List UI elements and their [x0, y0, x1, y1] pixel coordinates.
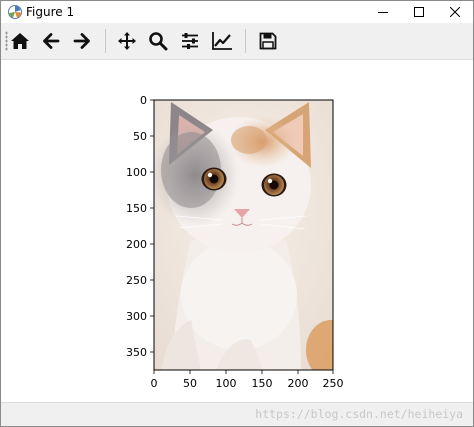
axes-edit-button[interactable]	[209, 28, 235, 54]
x-tick-label: 200	[288, 377, 309, 390]
axes-line-chart-icon	[212, 32, 232, 50]
home-button[interactable]	[7, 28, 33, 54]
subplots-button[interactable]	[177, 28, 203, 54]
save-disk-icon	[259, 32, 277, 50]
title-bar: Figure 1	[1, 1, 473, 23]
y-tick-label: 350	[126, 346, 147, 359]
forward-arrow-icon	[73, 33, 90, 49]
maximize-button[interactable]	[401, 1, 437, 23]
figure-canvas[interactable]: 0 50 100 150 200 250 300 350 0 50 100 15…	[1, 60, 473, 402]
y-tick-label: 200	[126, 238, 147, 251]
y-tick-label: 0	[140, 94, 147, 107]
watermark-text: https://blog.csdn.net/heiheiya	[255, 407, 463, 421]
maximize-icon	[414, 7, 424, 17]
y-tick-label: 250	[126, 274, 147, 287]
window-title: Figure 1	[26, 5, 75, 19]
x-tick-label: 100	[216, 377, 237, 390]
y-tick-label: 100	[126, 166, 147, 179]
save-button[interactable]	[255, 28, 281, 54]
x-tick-label: 250	[323, 377, 344, 390]
minimize-button[interactable]	[365, 1, 401, 23]
home-icon	[11, 33, 29, 49]
pan-move-icon	[118, 32, 136, 50]
x-axis: 0 50 100 150 200 250	[151, 370, 344, 390]
close-icon	[450, 7, 460, 17]
plot-svg: 0 50 100 150 200 250 300 350 0 50 100 15…	[126, 94, 344, 390]
x-tick-label: 50	[183, 377, 197, 390]
y-axis: 0 50 100 150 200 250 300 350	[126, 94, 154, 359]
minimize-icon	[378, 12, 388, 13]
app-icon	[8, 5, 22, 19]
x-tick-label: 150	[252, 377, 273, 390]
y-tick-label: 150	[126, 202, 147, 215]
toolbar-separator	[245, 29, 246, 53]
back-button[interactable]	[38, 28, 64, 54]
y-tick-label: 50	[133, 130, 147, 143]
figure-window: Figure 1 0 50 100 150 200 250 300 350 0 …	[0, 0, 474, 427]
back-arrow-icon	[43, 33, 60, 49]
y-tick-label: 300	[126, 310, 147, 323]
forward-button[interactable]	[69, 28, 95, 54]
subplots-sliders-icon	[182, 33, 198, 49]
x-tick-label: 0	[151, 377, 158, 390]
pan-button[interactable]	[114, 28, 140, 54]
status-bar: https://blog.csdn.net/heiheiya	[1, 402, 473, 426]
navigation-toolbar	[1, 23, 473, 60]
close-button[interactable]	[437, 1, 473, 23]
toolbar-separator	[105, 29, 106, 53]
zoom-magnifier-icon	[149, 32, 168, 51]
kitten-image	[154, 100, 333, 370]
zoom-button[interactable]	[145, 28, 171, 54]
